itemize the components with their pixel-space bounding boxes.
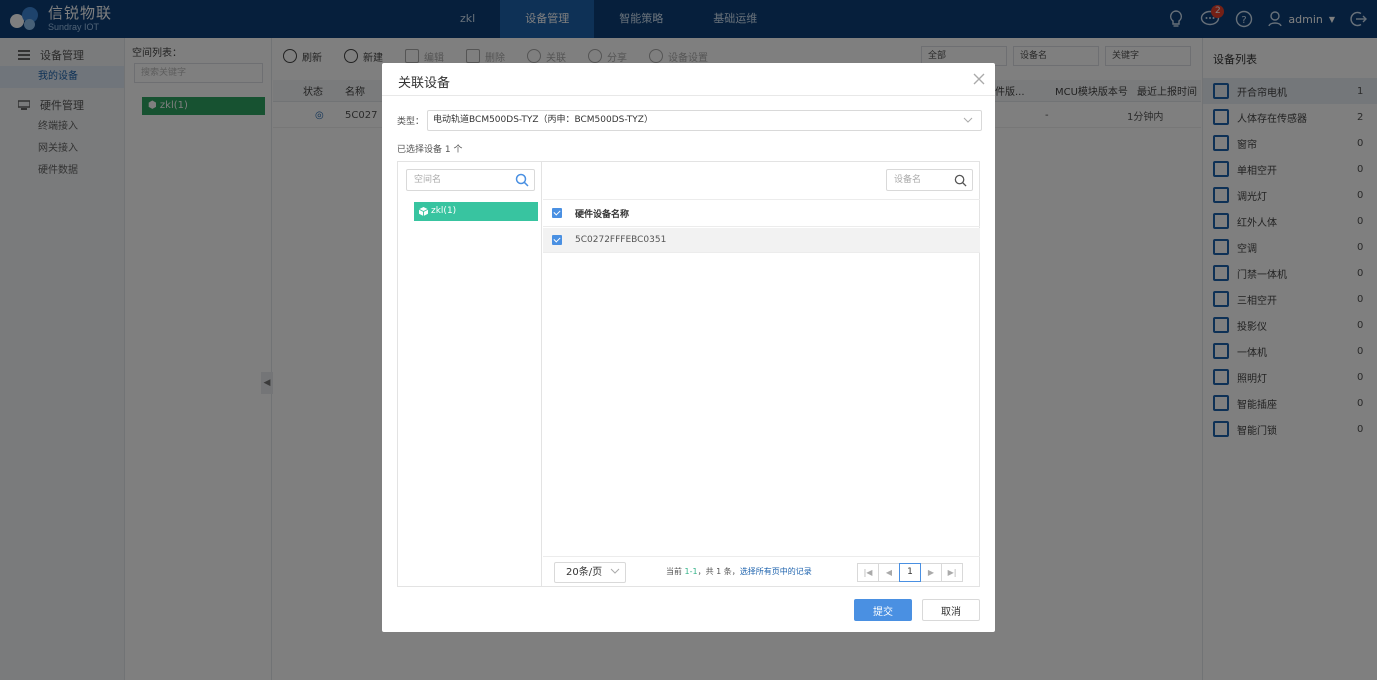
associate-device-dialog: 关联设备 类型： 电动轨道BCM500DS-TYZ（丙申：BCM500DS-TY…: [382, 63, 995, 632]
prev-page-icon[interactable]: ◀: [878, 563, 900, 582]
page-size-value: 20条/页: [566, 567, 603, 578]
tree-node-label: zkl(1): [431, 206, 457, 216]
device-list-pane: 硬件设备名称 5C0272FFFEBC0351 20条/页 当前 1-1，共 1…: [543, 162, 980, 586]
type-row: 类型： 电动轨道BCM500DS-TYZ（丙申：BCM500DS-TYZ）: [397, 110, 983, 131]
type-select-value: 电动轨道BCM500DS-TYZ（丙申：BCM500DS-TYZ）: [433, 115, 653, 125]
column-hardware-name: 硬件设备名称: [575, 209, 630, 220]
chevron-down-icon: [610, 568, 620, 574]
cancel-button[interactable]: 取消: [922, 599, 980, 621]
page-size-select[interactable]: 20条/页: [554, 562, 626, 583]
space-tree-node-selected[interactable]: zkl(1): [414, 202, 538, 221]
cube-icon: [419, 207, 428, 216]
device-list-header: 硬件设备名称: [543, 199, 980, 227]
device-name-search[interactable]: [886, 169, 973, 191]
device-picker: zkl(1) 硬件设备名称 5C0272FFFEBC0351 20条/页: [397, 161, 980, 587]
page-info-prefix: 当前: [666, 567, 682, 576]
next-page-icon[interactable]: ▶: [920, 563, 942, 582]
current-page-button[interactable]: 1: [899, 563, 921, 582]
search-icon[interactable]: [515, 173, 529, 187]
space-tree-pane: zkl(1): [398, 162, 542, 586]
row-hardware-name: 5C0272FFFEBC0351: [575, 235, 667, 245]
type-select[interactable]: 电动轨道BCM500DS-TYZ（丙申：BCM500DS-TYZ）: [427, 110, 983, 131]
submit-button[interactable]: 提交: [854, 599, 912, 621]
select-all-pages-link[interactable]: 选择所有页中的记录: [740, 567, 812, 576]
device-name-input[interactable]: [887, 170, 947, 190]
row-checkbox[interactable]: [552, 235, 562, 245]
last-page-icon[interactable]: ▶|: [941, 563, 963, 582]
pagination: 20条/页 当前 1-1，共 1 条，选择所有页中的记录 |◀ ◀ 1 ▶ ▶|: [543, 556, 980, 586]
select-all-checkbox[interactable]: [552, 208, 562, 218]
type-label: 类型：: [397, 117, 425, 127]
selected-count: 已选择设备 1 个: [397, 145, 463, 155]
page-info-range: 1-1: [684, 567, 698, 576]
dialog-header: 关联设备: [382, 63, 995, 96]
search-icon[interactable]: [954, 174, 967, 187]
dialog-title: 关联设备: [398, 76, 451, 91]
close-icon[interactable]: [972, 72, 986, 86]
page-info: 当前 1-1，共 1 条，选择所有页中的记录: [666, 566, 812, 577]
page-nav: |◀ ◀ 1 ▶ ▶|: [857, 563, 963, 582]
space-name-input[interactable]: [407, 170, 507, 190]
chevron-down-icon: [963, 117, 973, 123]
table-row[interactable]: 5C0272FFFEBC0351: [543, 228, 980, 253]
page-info-total: ，共 1 条，: [697, 567, 740, 576]
space-name-search[interactable]: [406, 169, 535, 191]
first-page-icon[interactable]: |◀: [857, 563, 879, 582]
